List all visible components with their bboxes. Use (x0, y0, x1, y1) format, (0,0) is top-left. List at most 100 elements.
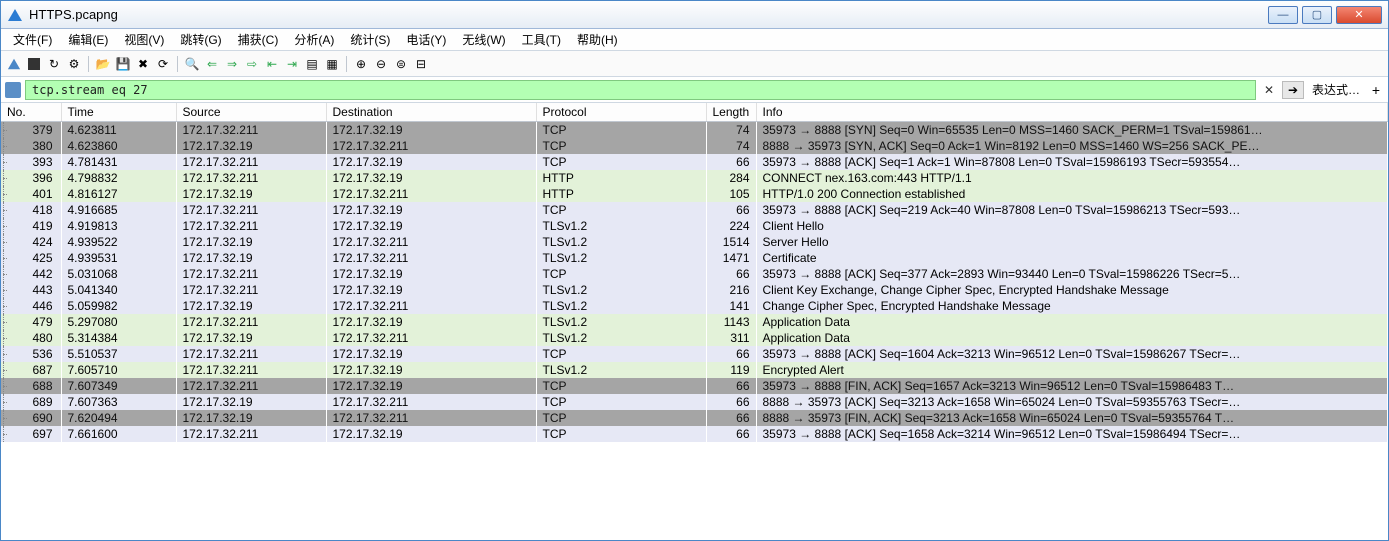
clear-filter-button[interactable]: ✕ (1260, 81, 1278, 99)
open-file-button[interactable]: 📂 (94, 55, 112, 73)
menu-item[interactable]: 工具(T) (514, 29, 569, 50)
menu-item[interactable]: 编辑(E) (60, 29, 116, 50)
cell: 172.17.32.19 (176, 298, 326, 314)
cell: 172.17.32.19 (326, 266, 536, 282)
cell: 172.17.32.211 (326, 138, 536, 154)
menu-item[interactable]: 帮助(H) (569, 29, 626, 50)
cell: TCP (536, 426, 706, 442)
go-last-button[interactable]: ⇥ (283, 55, 301, 73)
menu-item[interactable]: 电话(Y) (398, 29, 454, 50)
col-protocol[interactable]: Protocol (536, 103, 706, 122)
col-no[interactable]: No. (1, 103, 61, 122)
toolbar-separator (88, 56, 89, 72)
packet-row[interactable]: 3804.623860172.17.32.19172.17.32.211TCP7… (1, 138, 1388, 154)
cell: TCP (536, 202, 706, 218)
menu-item[interactable]: 跳转(G) (172, 29, 229, 50)
cell: 35973 → 8888 [ACK] Seq=1658 Ack=3214 Win… (756, 426, 1388, 442)
col-time[interactable]: Time (61, 103, 176, 122)
maximize-button[interactable]: ▢ (1302, 6, 1332, 24)
restart-capture-button[interactable]: ↻ (45, 55, 63, 73)
go-to-packet-button[interactable]: ⇨ (243, 55, 261, 73)
col-info[interactable]: Info (756, 103, 1388, 122)
cell: Certificate (756, 250, 1388, 266)
packet-row[interactable]: 6877.605710172.17.32.211172.17.32.19TLSv… (1, 362, 1388, 378)
cell: 311 (706, 330, 756, 346)
cell: 480 (1, 330, 61, 346)
go-forward-button[interactable]: ⇒ (223, 55, 241, 73)
bookmark-icon[interactable] (5, 82, 21, 98)
minimize-button[interactable]: — (1268, 6, 1298, 24)
cell: TLSv1.2 (536, 218, 706, 234)
cell: 172.17.32.211 (176, 202, 326, 218)
zoom-out-button[interactable]: ⊖ (372, 55, 390, 73)
col-destination[interactable]: Destination (326, 103, 536, 122)
auto-scroll-button[interactable]: ▤ (303, 55, 321, 73)
cell: TCP (536, 266, 706, 282)
cell: 172.17.32.19 (326, 314, 536, 330)
packet-row[interactable]: 4254.939531172.17.32.19172.17.32.211TLSv… (1, 250, 1388, 266)
packet-row[interactable]: 5365.510537172.17.32.211172.17.32.19TCP6… (1, 346, 1388, 362)
cell: TCP (536, 122, 706, 139)
packet-row[interactable]: 4244.939522172.17.32.19172.17.32.211TLSv… (1, 234, 1388, 250)
apply-filter-button[interactable]: ➔ (1282, 81, 1304, 99)
packet-row[interactable]: 6897.607363172.17.32.19172.17.32.211TCP6… (1, 394, 1388, 410)
close-file-button[interactable]: ✖ (134, 55, 152, 73)
capture-options-button[interactable]: ⚙ (65, 55, 83, 73)
menu-item[interactable]: 统计(S) (342, 29, 398, 50)
packet-row[interactable]: 3794.623811172.17.32.211172.17.32.19TCP7… (1, 122, 1388, 139)
colorize-button[interactable]: ▦ (323, 55, 341, 73)
packet-row[interactable]: 4805.314384172.17.32.19172.17.32.211TLSv… (1, 330, 1388, 346)
go-first-button[interactable]: ⇤ (263, 55, 281, 73)
packet-row[interactable]: 4194.919813172.17.32.211172.17.32.19TLSv… (1, 218, 1388, 234)
packet-row[interactable]: 4435.041340172.17.32.211172.17.32.19TLSv… (1, 282, 1388, 298)
menu-item[interactable]: 文件(F) (5, 29, 60, 50)
cell: 172.17.32.211 (176, 378, 326, 394)
cell: 172.17.32.19 (326, 378, 536, 394)
packet-row[interactable]: 6907.620494172.17.32.19172.17.32.211TCP6… (1, 410, 1388, 426)
packet-list[interactable]: No. Time Source Destination Protocol Len… (1, 103, 1388, 540)
cell: 74 (706, 138, 756, 154)
expression-button[interactable]: 表达式… (1308, 81, 1364, 98)
packet-row[interactable]: 4795.297080172.17.32.211172.17.32.19TLSv… (1, 314, 1388, 330)
cell: 172.17.32.211 (176, 362, 326, 378)
menu-item[interactable]: 视图(V) (116, 29, 172, 50)
packet-row[interactable]: 6977.661600172.17.32.211172.17.32.19TCP6… (1, 426, 1388, 442)
menu-item[interactable]: 分析(A) (286, 29, 342, 50)
close-button[interactable]: ✕ (1336, 6, 1382, 24)
reload-button[interactable]: ⟳ (154, 55, 172, 73)
packet-row[interactable]: 6887.607349172.17.32.211172.17.32.19TCP6… (1, 378, 1388, 394)
menu-item[interactable]: 捕获(C) (230, 29, 287, 50)
cell: TLSv1.2 (536, 298, 706, 314)
cell: 8888 → 35973 [FIN, ACK] Seq=3213 Ack=165… (756, 410, 1388, 426)
save-button[interactable]: 💾 (114, 55, 132, 73)
cell: 35973 → 8888 [ACK] Seq=1604 Ack=3213 Win… (756, 346, 1388, 362)
packet-row[interactable]: 3934.781431172.17.32.211172.17.32.19TCP6… (1, 154, 1388, 170)
app-icon (7, 7, 23, 23)
cell: 8888 → 35973 [ACK] Seq=3213 Ack=1658 Win… (756, 394, 1388, 410)
cell: 216 (706, 282, 756, 298)
menu-item[interactable]: 无线(W) (454, 29, 513, 50)
packet-row[interactable]: 4184.916685172.17.32.211172.17.32.19TCP6… (1, 202, 1388, 218)
go-back-button[interactable]: ⇐ (203, 55, 221, 73)
packet-row[interactable]: 4465.059982172.17.32.19172.17.32.211TLSv… (1, 298, 1388, 314)
zoom-in-button[interactable]: ⊕ (352, 55, 370, 73)
toolbar: ↻ ⚙ 📂 💾 ✖ ⟳ 🔍 ⇐ ⇒ ⇨ ⇤ ⇥ ▤ ▦ ⊕ ⊖ ⊜ ⊟ (1, 51, 1388, 77)
zoom-reset-button[interactable]: ⊜ (392, 55, 410, 73)
stop-capture-button[interactable] (25, 55, 43, 73)
col-source[interactable]: Source (176, 103, 326, 122)
cell: TCP (536, 154, 706, 170)
cell: HTTP (536, 186, 706, 202)
packet-row[interactable]: 3964.798832172.17.32.211172.17.32.19HTTP… (1, 170, 1388, 186)
packet-row[interactable]: 4425.031068172.17.32.211172.17.32.19TCP6… (1, 266, 1388, 282)
cell: 66 (706, 378, 756, 394)
shark-icon[interactable] (5, 55, 23, 73)
titlebar[interactable]: HTTPS.pcapng — ▢ ✕ (1, 1, 1388, 29)
cell: 74 (706, 122, 756, 139)
resize-columns-button[interactable]: ⊟ (412, 55, 430, 73)
find-button[interactable]: 🔍 (183, 55, 201, 73)
packet-row[interactable]: 4014.816127172.17.32.19172.17.32.211HTTP… (1, 186, 1388, 202)
cell: Encrypted Alert (756, 362, 1388, 378)
add-filter-button[interactable]: + (1368, 82, 1384, 98)
col-length[interactable]: Length (706, 103, 756, 122)
display-filter-input[interactable] (25, 80, 1256, 100)
